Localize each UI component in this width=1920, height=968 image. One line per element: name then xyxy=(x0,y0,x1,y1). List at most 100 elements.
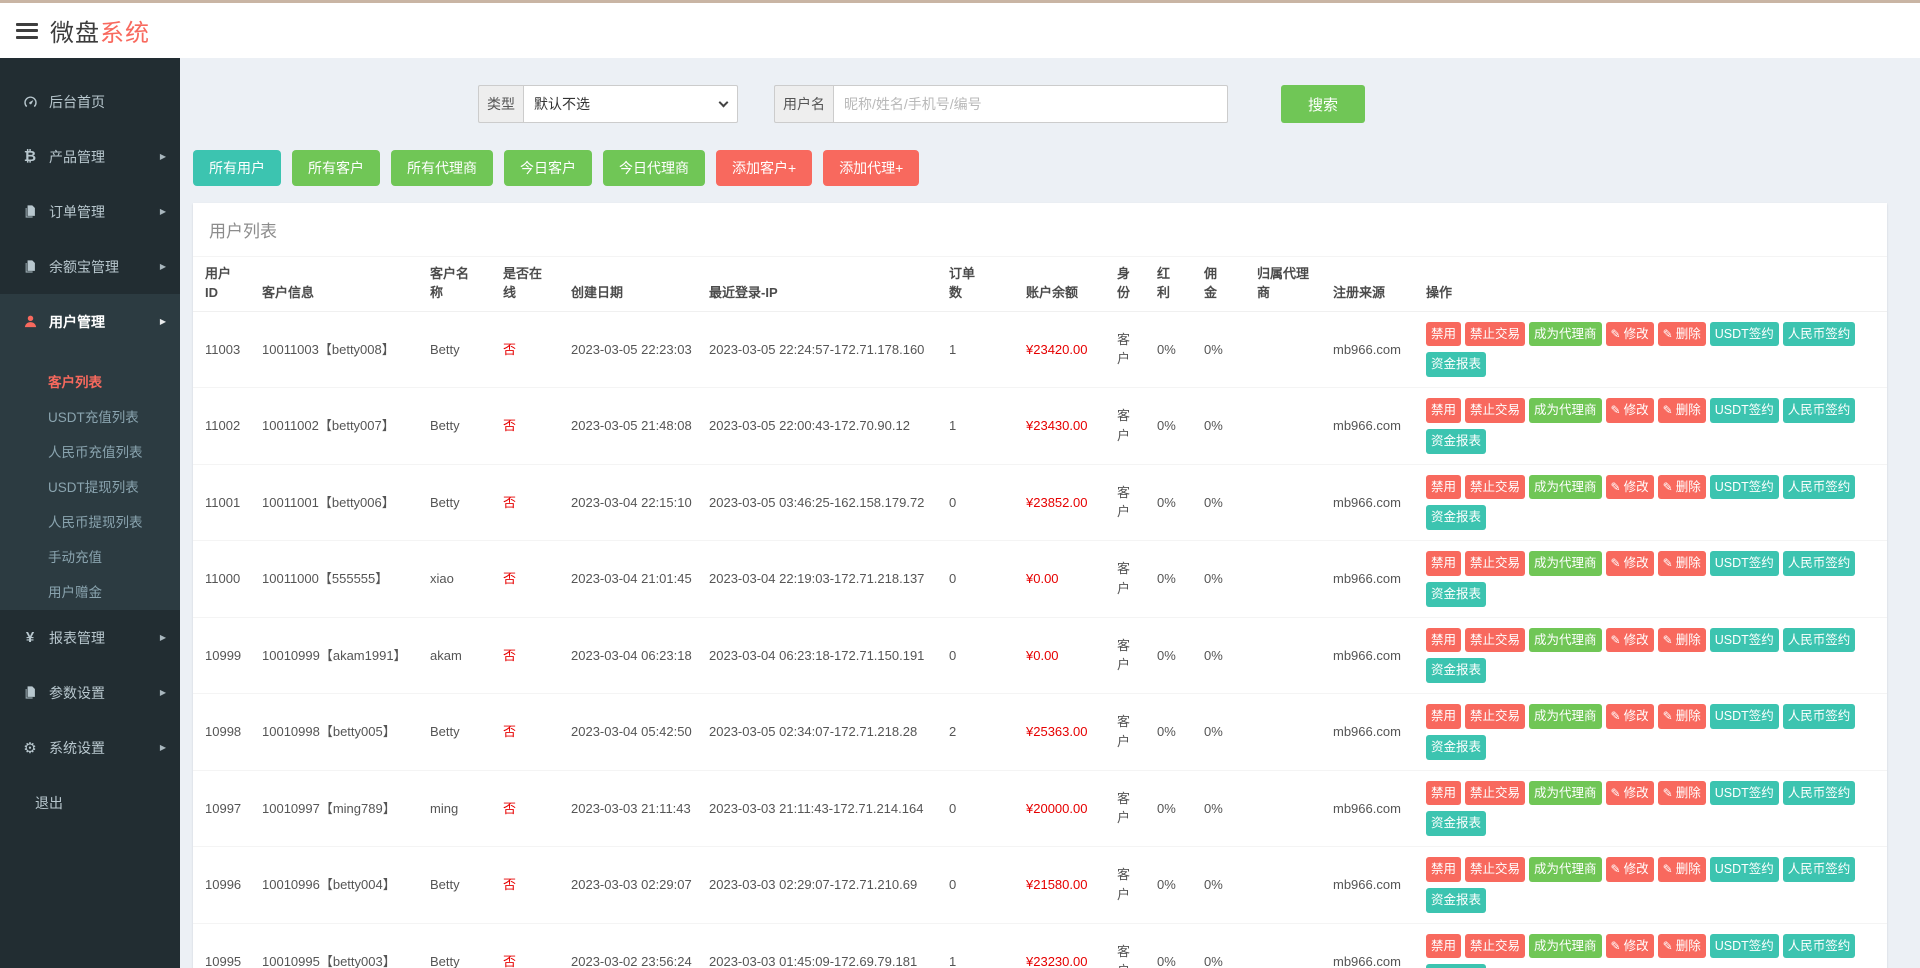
usdt-contract-button[interactable]: USDT签约 xyxy=(1710,704,1779,729)
forbid-trade-button[interactable]: 禁止交易 xyxy=(1465,551,1525,576)
edit-button[interactable]: ✎修改 xyxy=(1606,857,1654,882)
type-select[interactable]: 默认不选 xyxy=(523,85,738,123)
forbid-trade-button[interactable]: 禁止交易 xyxy=(1465,857,1525,882)
become-agent-button[interactable]: 成为代理商 xyxy=(1529,398,1602,423)
sidebar-item-users[interactable]: 用户管理▶ xyxy=(0,294,180,349)
edit-button[interactable]: ✎修改 xyxy=(1606,475,1654,500)
disable-button[interactable]: 禁用 xyxy=(1426,934,1461,959)
become-agent-button[interactable]: 成为代理商 xyxy=(1529,704,1602,729)
sidebar-item-logout[interactable]: 退出 xyxy=(0,775,180,830)
sidebar-subitem-usdt-deposit-list[interactable]: USDT充值列表 xyxy=(0,400,180,435)
rmb-contract-button[interactable]: 人民币签约 xyxy=(1783,398,1856,423)
sidebar-subitem-usdt-withdraw-list[interactable]: USDT提现列表 xyxy=(0,470,180,505)
rmb-contract-button[interactable]: 人民币签约 xyxy=(1783,934,1856,959)
disable-button[interactable]: 禁用 xyxy=(1426,551,1461,576)
edit-button[interactable]: ✎修改 xyxy=(1606,398,1654,423)
become-agent-button[interactable]: 成为代理商 xyxy=(1529,475,1602,500)
disable-button[interactable]: 禁用 xyxy=(1426,857,1461,882)
rmb-contract-button[interactable]: 人民币签约 xyxy=(1783,551,1856,576)
rmb-contract-button[interactable]: 人民币签约 xyxy=(1783,857,1856,882)
delete-button[interactable]: ✎删除 xyxy=(1658,781,1706,806)
forbid-trade-button[interactable]: 禁止交易 xyxy=(1465,322,1525,347)
funds-report-button[interactable]: 资金报表 xyxy=(1426,811,1486,836)
sidebar-item-system[interactable]: ⚙系统设置▶ xyxy=(0,720,180,775)
become-agent-button[interactable]: 成为代理商 xyxy=(1529,857,1602,882)
funds-report-button[interactable]: 资金报表 xyxy=(1426,964,1486,968)
usdt-contract-button[interactable]: USDT签约 xyxy=(1710,322,1779,347)
sidebar-item-products[interactable]: ₿产品管理▶ xyxy=(0,129,180,184)
edit-button[interactable]: ✎修改 xyxy=(1606,628,1654,653)
rmb-contract-button[interactable]: 人民币签约 xyxy=(1783,781,1856,806)
rmb-contract-button[interactable]: 人民币签约 xyxy=(1783,322,1856,347)
rmb-contract-button[interactable]: 人民币签约 xyxy=(1783,628,1856,653)
menu-toggle-icon[interactable] xyxy=(16,23,38,39)
usdt-contract-button[interactable]: USDT签约 xyxy=(1710,781,1779,806)
edit-button[interactable]: ✎修改 xyxy=(1606,704,1654,729)
edit-button[interactable]: ✎修改 xyxy=(1606,322,1654,347)
app-logo[interactable]: 微盘系统 xyxy=(50,13,150,48)
disable-button[interactable]: 禁用 xyxy=(1426,398,1461,423)
rmb-contract-button[interactable]: 人民币签约 xyxy=(1783,704,1856,729)
delete-button[interactable]: ✎删除 xyxy=(1658,857,1706,882)
add-agent-button[interactable]: 添加代理+ xyxy=(823,150,919,186)
delete-button[interactable]: ✎删除 xyxy=(1658,398,1706,423)
sidebar-subitem-manual-deposit[interactable]: 手动充值 xyxy=(0,540,180,575)
edit-button[interactable]: ✎修改 xyxy=(1606,934,1654,959)
forbid-trade-button[interactable]: 禁止交易 xyxy=(1465,934,1525,959)
all-users-button[interactable]: 所有用户 xyxy=(193,150,281,186)
become-agent-button[interactable]: 成为代理商 xyxy=(1529,934,1602,959)
disable-button[interactable]: 禁用 xyxy=(1426,628,1461,653)
become-agent-button[interactable]: 成为代理商 xyxy=(1529,322,1602,347)
usdt-contract-button[interactable]: USDT签约 xyxy=(1710,934,1779,959)
disable-button[interactable]: 禁用 xyxy=(1426,704,1461,729)
search-button[interactable]: 搜索 xyxy=(1281,85,1365,123)
sidebar-item-params[interactable]: 参数设置▶ xyxy=(0,665,180,720)
sidebar-item-dashboard[interactable]: 后台首页 xyxy=(0,74,180,129)
delete-button[interactable]: ✎删除 xyxy=(1658,628,1706,653)
become-agent-button[interactable]: 成为代理商 xyxy=(1529,628,1602,653)
username-input[interactable] xyxy=(833,85,1228,123)
sidebar-item-orders[interactable]: 订单管理▶ xyxy=(0,184,180,239)
sidebar-item-yuebao[interactable]: 余额宝管理▶ xyxy=(0,239,180,294)
sidebar-subitem-rmb-deposit-list[interactable]: 人民币充值列表 xyxy=(0,435,180,470)
disable-button[interactable]: 禁用 xyxy=(1426,781,1461,806)
sidebar-item-reports[interactable]: ¥报表管理▶ xyxy=(0,610,180,665)
funds-report-button[interactable]: 资金报表 xyxy=(1426,658,1486,683)
today-agents-button[interactable]: 今日代理商 xyxy=(603,150,705,186)
funds-report-button[interactable]: 资金报表 xyxy=(1426,429,1486,454)
usdt-contract-button[interactable]: USDT签约 xyxy=(1710,628,1779,653)
funds-report-button[interactable]: 资金报表 xyxy=(1426,735,1486,760)
forbid-trade-button[interactable]: 禁止交易 xyxy=(1465,398,1525,423)
delete-button[interactable]: ✎删除 xyxy=(1658,704,1706,729)
usdt-contract-button[interactable]: USDT签约 xyxy=(1710,475,1779,500)
become-agent-button[interactable]: 成为代理商 xyxy=(1529,781,1602,806)
all-clients-button[interactable]: 所有客户 xyxy=(292,150,380,186)
forbid-trade-button[interactable]: 禁止交易 xyxy=(1465,781,1525,806)
add-client-button[interactable]: 添加客户+ xyxy=(716,150,812,186)
sidebar-subitem-rmb-withdraw-list[interactable]: 人民币提现列表 xyxy=(0,505,180,540)
funds-report-button[interactable]: 资金报表 xyxy=(1426,888,1486,913)
edit-button[interactable]: ✎修改 xyxy=(1606,551,1654,576)
delete-button[interactable]: ✎删除 xyxy=(1658,322,1706,347)
edit-button[interactable]: ✎修改 xyxy=(1606,781,1654,806)
sidebar-subitem-client-list[interactable]: 客户列表 xyxy=(0,365,180,400)
sidebar-subitem-user-bonus[interactable]: 用户赠金 xyxy=(0,575,180,610)
disable-button[interactable]: 禁用 xyxy=(1426,322,1461,347)
become-agent-button[interactable]: 成为代理商 xyxy=(1529,551,1602,576)
funds-report-button[interactable]: 资金报表 xyxy=(1426,582,1486,607)
usdt-contract-button[interactable]: USDT签约 xyxy=(1710,857,1779,882)
forbid-trade-button[interactable]: 禁止交易 xyxy=(1465,628,1525,653)
disable-button[interactable]: 禁用 xyxy=(1426,475,1461,500)
funds-report-button[interactable]: 资金报表 xyxy=(1426,352,1486,377)
usdt-contract-button[interactable]: USDT签约 xyxy=(1710,551,1779,576)
funds-report-button[interactable]: 资金报表 xyxy=(1426,505,1486,530)
forbid-trade-button[interactable]: 禁止交易 xyxy=(1465,475,1525,500)
forbid-trade-button[interactable]: 禁止交易 xyxy=(1465,704,1525,729)
rmb-contract-button[interactable]: 人民币签约 xyxy=(1783,475,1856,500)
delete-button[interactable]: ✎删除 xyxy=(1658,551,1706,576)
all-agents-button[interactable]: 所有代理商 xyxy=(391,150,493,186)
today-clients-button[interactable]: 今日客户 xyxy=(504,150,592,186)
delete-button[interactable]: ✎删除 xyxy=(1658,475,1706,500)
usdt-contract-button[interactable]: USDT签约 xyxy=(1710,398,1779,423)
delete-button[interactable]: ✎删除 xyxy=(1658,934,1706,959)
